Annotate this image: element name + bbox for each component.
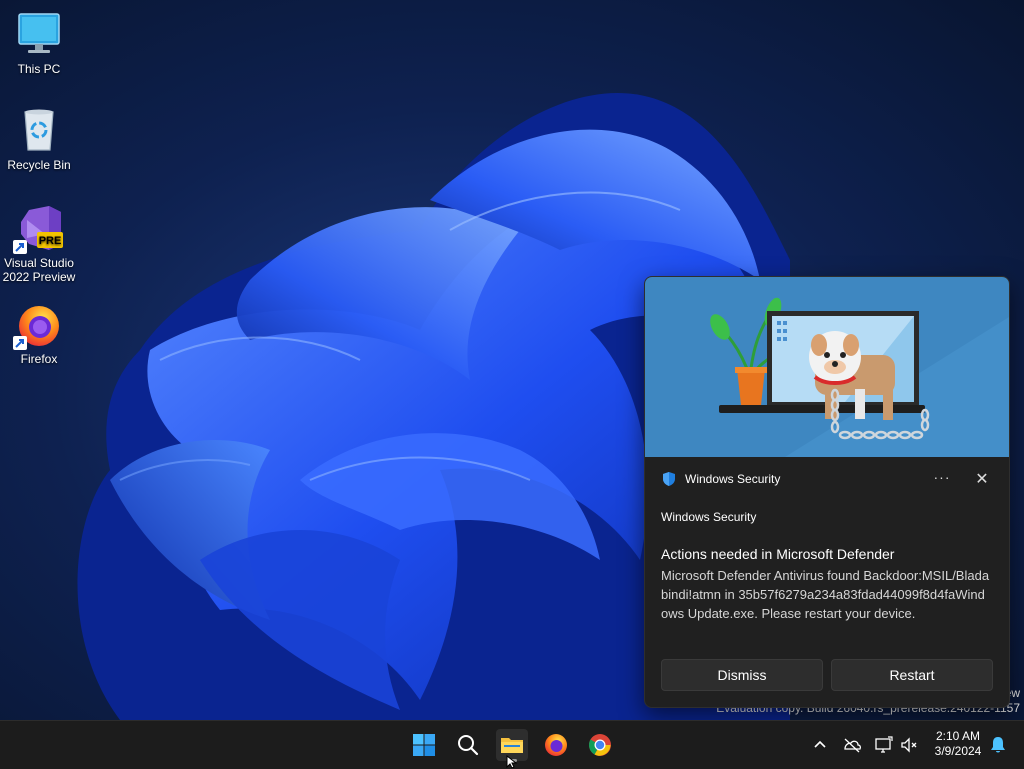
- notification-bell-icon: [991, 737, 1005, 753]
- desktop-icon-label-line2: 2022 Preview: [2, 270, 76, 284]
- restart-button[interactable]: Restart: [831, 659, 993, 691]
- search-icon: [458, 735, 479, 756]
- close-button[interactable]: ✕: [971, 469, 993, 489]
- dismiss-button[interactable]: Dismiss: [661, 659, 823, 691]
- notification-center-button[interactable]: [988, 735, 1008, 755]
- recycle-bin-icon: [15, 106, 63, 154]
- firefox-icon: [545, 734, 567, 756]
- toast-notification[interactable]: Windows Security ··· ✕ Windows Security …: [644, 276, 1010, 708]
- visual-studio-icon: PRE: [13, 204, 63, 254]
- start-icon: [413, 734, 435, 756]
- monitor-icon: [15, 10, 63, 58]
- desktop-icon-visual-studio[interactable]: PRE Visual Studio 2022 Preview: [0, 204, 78, 284]
- desktop-icon-firefox[interactable]: Firefox: [0, 300, 78, 366]
- display-icon: [875, 736, 893, 753]
- search-button[interactable]: [452, 729, 484, 761]
- file-explorer-icon: [501, 738, 523, 753]
- desktop-icon-label: This PC: [17, 62, 61, 76]
- desktop-icon-label: Recycle Bin: [7, 158, 71, 172]
- toast-hero-illustration: [645, 277, 1009, 457]
- mouse-cursor-icon: [506, 755, 518, 768]
- volume-button[interactable]: [900, 735, 920, 755]
- toast-body: Microsoft Defender Antivirus found Backd…: [661, 568, 990, 621]
- chrome-icon: [589, 734, 611, 756]
- desktop-icon-label: Firefox: [20, 352, 58, 366]
- toast-header: Windows Security: [661, 471, 780, 487]
- chevron-up-icon: [814, 740, 826, 748]
- firefox-taskbar-button[interactable]: [540, 729, 572, 761]
- network-disconnected-icon: [844, 738, 862, 753]
- desktop-icon-this-pc[interactable]: This PC: [0, 10, 78, 76]
- chrome-taskbar-button[interactable]: [584, 729, 616, 761]
- shortcut-arrow-icon: [13, 240, 27, 254]
- show-hidden-icons-button[interactable]: [810, 735, 830, 755]
- network-button[interactable]: [842, 735, 862, 755]
- toast-title: Actions needed in Microsoft Defender: [661, 546, 895, 562]
- start-button[interactable]: [408, 729, 440, 761]
- clock-date: 3/9/2024: [934, 744, 982, 758]
- toast-app-name: Windows Security: [685, 472, 781, 486]
- shortcut-arrow-icon: [13, 336, 27, 350]
- taskbar-clock[interactable]: 2:10 AM 3/9/2024: [926, 729, 990, 759]
- toast-attribution: Windows Security: [661, 510, 757, 524]
- pre-badge: PRE: [39, 235, 62, 247]
- shield-icon: [663, 472, 675, 486]
- desktop-icon-recycle-bin[interactable]: Recycle Bin: [0, 106, 78, 172]
- display-button[interactable]: [874, 735, 894, 755]
- desktop-icon-label-line1: Visual Studio: [4, 256, 74, 270]
- more-options-button[interactable]: ···: [931, 469, 953, 489]
- clock-time: 2:10 AM: [935, 729, 981, 743]
- firefox-icon: [13, 300, 63, 350]
- volume-muted-icon: [901, 737, 917, 753]
